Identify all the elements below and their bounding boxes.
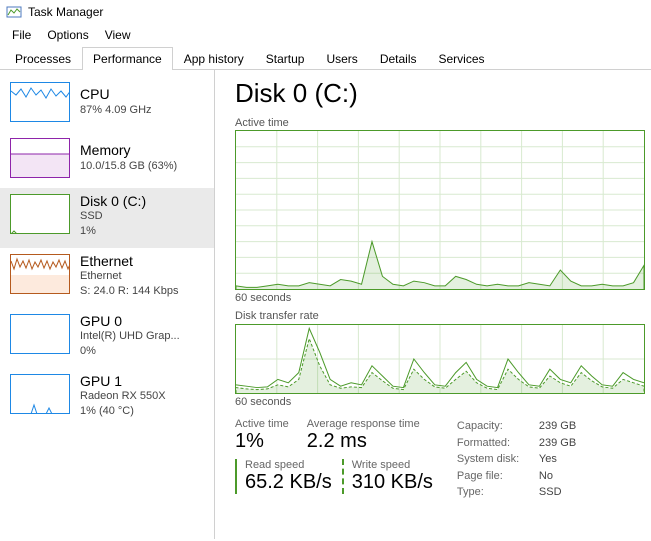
detail-pane: Disk 0 (C:) Active time 60 seconds Disk … — [215, 70, 651, 539]
menubar: File Options View — [0, 24, 651, 46]
chart-transfer-rate — [235, 324, 645, 394]
info-row: Type:SSD — [457, 484, 576, 501]
sidebar-item-sub: Intel(R) UHD Grap... — [80, 329, 180, 343]
tab-details[interactable]: Details — [369, 47, 428, 70]
thumb-disk — [10, 194, 70, 234]
sidebar-item-gpu0[interactable]: GPU 0 Intel(R) UHD Grap... 0% — [0, 308, 214, 368]
sidebar-item-memory[interactable]: Memory 10.0/15.8 GB (63%) — [0, 132, 214, 188]
sidebar-item-title: GPU 1 — [80, 374, 166, 389]
titlebar: Task Manager — [0, 0, 651, 24]
info-table: Capacity:239 GB Formatted:239 GB System … — [457, 418, 576, 501]
stat-label: Average response time — [307, 418, 420, 430]
chart1-axis: 60 seconds — [235, 292, 645, 304]
menu-view[interactable]: View — [99, 26, 141, 44]
menu-file[interactable]: File — [6, 26, 41, 44]
sidebar-text: GPU 1 Radeon RX 550X 1% (40 °C) — [80, 374, 166, 418]
chart2-label: Disk transfer rate — [235, 310, 645, 322]
info-row: Page file:No — [457, 468, 576, 485]
sidebar-item-sub: 87% 4.09 GHz — [80, 103, 152, 117]
stat-label: Write speed — [352, 459, 433, 471]
sidebar-text: Ethernet Ethernet S: 24.0 R: 144 Kbps — [80, 254, 178, 298]
sidebar-text: GPU 0 Intel(R) UHD Grap... 0% — [80, 314, 180, 358]
window-title: Task Manager — [28, 5, 103, 19]
info-row: System disk:Yes — [457, 451, 576, 468]
thumb-ethernet — [10, 254, 70, 294]
sidebar-item-title: Memory — [80, 143, 177, 158]
sidebar-text: CPU 87% 4.09 GHz — [80, 82, 152, 122]
sidebar-item-disk[interactable]: Disk 0 (C:) SSD 1% — [0, 188, 214, 248]
sidebar-item-cpu[interactable]: CPU 87% 4.09 GHz — [0, 76, 214, 132]
tab-startup[interactable]: Startup — [255, 47, 316, 70]
app-icon — [6, 4, 22, 20]
sidebar: CPU 87% 4.09 GHz Memory 10.0/15.8 GB (63… — [0, 70, 215, 539]
stat-write-speed: Write speed 310 KB/s — [342, 459, 433, 494]
sidebar-item-title: GPU 0 — [80, 314, 180, 329]
tab-performance[interactable]: Performance — [82, 47, 173, 70]
tab-strip: Processes Performance App history Startu… — [0, 46, 651, 70]
sidebar-text: Disk 0 (C:) SSD 1% — [80, 194, 146, 238]
sidebar-item-gpu1[interactable]: GPU 1 Radeon RX 550X 1% (40 °C) — [0, 368, 214, 428]
sidebar-item-sub: Ethernet — [80, 269, 178, 283]
stat-label: Active time — [235, 418, 289, 430]
chart1-label: Active time — [235, 117, 645, 129]
sidebar-item-sub: SSD — [80, 209, 146, 223]
stat-read-speed: Read speed 65.2 KB/s — [235, 459, 332, 494]
chart2-axis: 60 seconds — [235, 396, 645, 408]
thumb-cpu — [10, 82, 70, 122]
sidebar-item-title: CPU — [80, 87, 152, 102]
sidebar-item-sub: Radeon RX 550X — [80, 389, 166, 403]
sidebar-item-sub: 10.0/15.8 GB (63%) — [80, 159, 177, 173]
stat-label: Read speed — [245, 459, 332, 471]
sidebar-item-title: Disk 0 (C:) — [80, 194, 146, 209]
info-row: Capacity:239 GB — [457, 418, 576, 435]
menu-options[interactable]: Options — [41, 26, 98, 44]
stat-value: 65.2 KB/s — [245, 471, 332, 494]
sidebar-text: Memory 10.0/15.8 GB (63%) — [80, 138, 177, 178]
chart-active-time — [235, 130, 645, 290]
stats-block: Active time 1% Average response time 2.2… — [235, 418, 645, 501]
tab-users[interactable]: Users — [315, 47, 368, 70]
thumb-memory — [10, 138, 70, 178]
stat-value: 310 KB/s — [352, 471, 433, 494]
stat-value: 1% — [235, 430, 289, 453]
sidebar-item-sub2: 1% — [80, 224, 146, 238]
sidebar-item-sub2: 0% — [80, 344, 180, 358]
tab-services[interactable]: Services — [428, 47, 496, 70]
thumb-gpu0 — [10, 314, 70, 354]
tab-processes[interactable]: Processes — [4, 47, 82, 70]
thumb-gpu1 — [10, 374, 70, 414]
stat-active-time: Active time 1% — [235, 418, 289, 453]
sidebar-item-sub2: 1% (40 °C) — [80, 404, 166, 418]
content-area: CPU 87% 4.09 GHz Memory 10.0/15.8 GB (63… — [0, 70, 651, 539]
stat-avg-response: Average response time 2.2 ms — [307, 418, 420, 453]
stat-value: 2.2 ms — [307, 430, 420, 453]
tab-app-history[interactable]: App history — [173, 47, 255, 70]
sidebar-item-sub2: S: 24.0 R: 144 Kbps — [80, 284, 178, 298]
detail-title: Disk 0 (C:) — [235, 78, 645, 109]
info-row: Formatted:239 GB — [457, 435, 576, 452]
sidebar-item-ethernet[interactable]: Ethernet Ethernet S: 24.0 R: 144 Kbps — [0, 248, 214, 308]
sidebar-item-title: Ethernet — [80, 254, 178, 269]
